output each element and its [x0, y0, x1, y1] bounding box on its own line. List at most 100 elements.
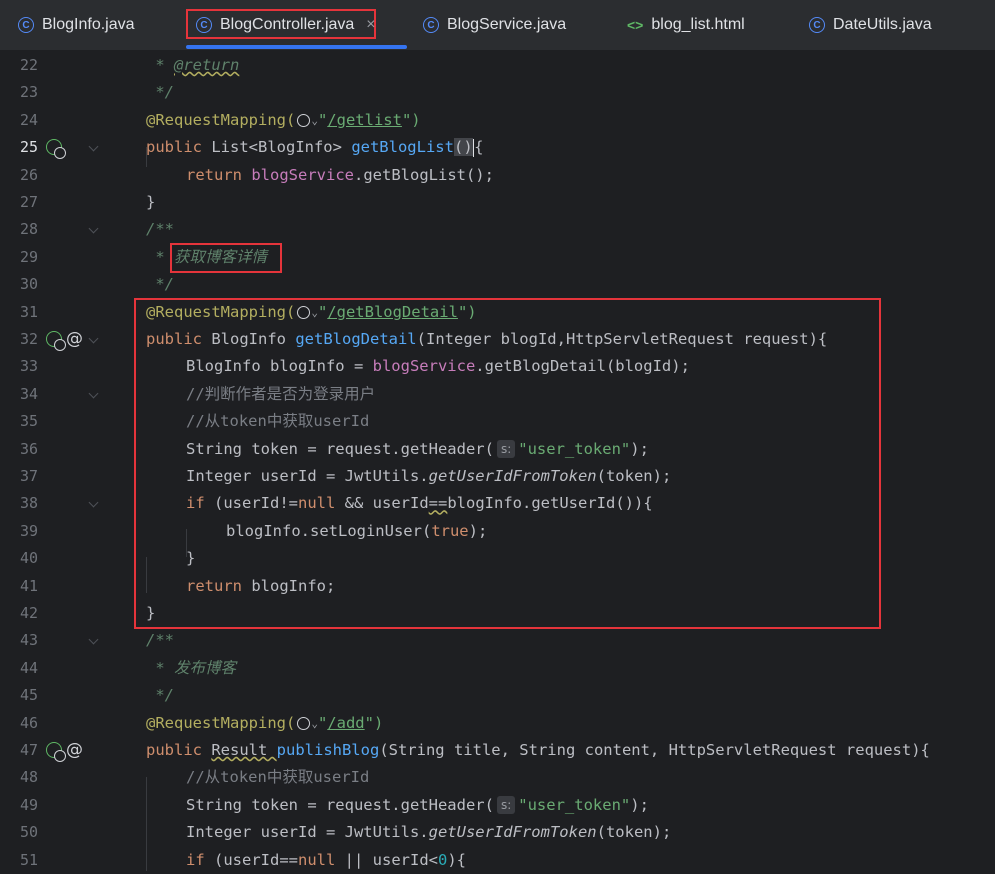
code-line[interactable]: @RequestMapping( ⌄"/add") [146, 710, 383, 737]
code-line[interactable]: return blogService.getBlogList(); [186, 162, 494, 189]
method-name: publishBlog [276, 741, 380, 759]
tab-blogservice-java[interactable]: C BlogService.java [423, 0, 566, 50]
tab-dateutils-java[interactable]: C DateUtils.java [809, 0, 932, 50]
gutter-line: 36 [0, 436, 104, 463]
fold-icon[interactable] [88, 497, 99, 508]
keyword: return [186, 165, 252, 184]
line-number: 47 [19, 741, 38, 759]
fold-icon[interactable] [88, 141, 99, 152]
url-path[interactable]: /getlist [327, 111, 402, 129]
gutter-line: 46 [0, 710, 104, 737]
tab-label: BlogController.java [220, 16, 355, 33]
string: ") [364, 713, 384, 732]
fold-icon[interactable] [88, 388, 99, 399]
line-number: 38 [19, 494, 38, 513]
gutter-line: 44 [0, 655, 104, 682]
line-number: 37 [19, 467, 38, 485]
line-number: 32 [19, 330, 38, 348]
endpoint-run-icon[interactable] [46, 742, 66, 762]
gutter-line: 49 [0, 792, 104, 819]
code-line[interactable]: /** [146, 216, 174, 243]
class-icon: C [18, 17, 34, 33]
tab-label: BlogService.java [447, 16, 567, 33]
tab-label: BlogInfo.java [42, 16, 135, 33]
line-number: 45 [19, 686, 38, 705]
code-line[interactable]: public Result publishBlog(String title, … [146, 737, 930, 764]
doc-comment-text: 发布博客 [174, 658, 237, 677]
endpoint-run-icon[interactable] [46, 139, 66, 160]
chevron-down-icon[interactable]: ⌄ [311, 114, 318, 127]
chevron-down-icon[interactable]: ⌄ [311, 717, 318, 730]
line-number: 24 [19, 110, 38, 129]
doc-comment: /** [146, 220, 174, 239]
gutter-line: 29 [0, 244, 104, 271]
editor-tab-bar: C BlogInfo.java C BlogController.java × … [0, 0, 995, 51]
code-line[interactable]: Integer userId = JwtUtils.getUserIdFromT… [186, 819, 671, 846]
keyword: public [146, 138, 212, 157]
class-icon: C [809, 17, 825, 33]
doc-comment: */ [146, 686, 174, 705]
code-line[interactable]: */ [146, 79, 174, 106]
code-line[interactable]: @RequestMapping(⌄"/getlist") [146, 107, 421, 134]
indent-guide [146, 777, 147, 871]
line-number: 31 [19, 302, 38, 321]
line-number: 41 [19, 576, 38, 595]
gutter-line: 24 [0, 107, 104, 134]
doc-comment: /** [146, 631, 174, 650]
code-line[interactable]: * @return [146, 52, 239, 79]
class-icon: C [196, 17, 212, 33]
code-line[interactable]: */ [146, 271, 174, 298]
html-icon: <> [627, 17, 644, 33]
annotation-at-icon[interactable]: @ [66, 331, 83, 348]
code-line[interactable]: String token = request.getHeader(s: "user… [186, 792, 649, 819]
line-number: 42 [19, 604, 38, 622]
gutter-line: 34 [0, 381, 104, 408]
gutter-line: 38 [0, 490, 104, 517]
gutter-line: 50 [0, 819, 104, 846]
class-icon: C [423, 17, 439, 33]
string: "user_token" [518, 795, 631, 814]
gutter-line: 41 [0, 573, 104, 600]
tab-blogcontroller-java[interactable]: C BlogController.java × [196, 0, 376, 50]
code-line[interactable]: public List<BlogInfo> getBlogList(){ [146, 134, 484, 161]
code: ){ [447, 850, 467, 869]
globe-icon[interactable] [297, 114, 311, 127]
fold-icon[interactable] [88, 223, 99, 234]
call: getBlogList(); [363, 165, 494, 184]
endpoint-run-icon[interactable] [46, 331, 66, 351]
url-path[interactable]: /add [327, 714, 364, 732]
code-editor[interactable]: 22 * @return 23 */ 24 @RequestMapping(⌄"… [0, 51, 995, 871]
close-icon[interactable]: × [366, 16, 375, 34]
gutter-line: 35 [0, 408, 104, 435]
line-number: 34 [19, 384, 38, 403]
gutter-line: 40 [0, 545, 104, 572]
line-number: 33 [19, 357, 38, 376]
gutter-line: 27 [0, 189, 104, 216]
annotation: @RequestMapping( [146, 111, 296, 129]
number: 0 [438, 850, 448, 869]
globe-icon[interactable] [297, 716, 311, 730]
line-number: 25 [19, 138, 38, 157]
code: Integer userId = JwtUtils. [186, 823, 429, 842]
line-number: 48 [19, 768, 38, 787]
gutter-line: 33 [0, 353, 104, 380]
line-number: 27 [19, 193, 38, 211]
annotation-at-icon[interactable]: @ [66, 742, 83, 759]
fold-icon[interactable] [88, 634, 99, 645]
string: " [317, 111, 328, 129]
code: || userId< [344, 850, 438, 869]
code-line[interactable]: if (userId==null || userId<0){ [186, 847, 466, 874]
code-line[interactable]: /** [146, 627, 174, 654]
line-comment: //从token中获取userId [186, 768, 370, 787]
tab-bloginfo-java[interactable]: C BlogInfo.java [18, 0, 135, 50]
code-line[interactable]: } [146, 189, 155, 216]
code-line[interactable]: */ [146, 682, 174, 709]
fold-icon[interactable] [88, 333, 99, 344]
line-number: 39 [19, 521, 38, 540]
line-number: 30 [19, 275, 38, 294]
code-line[interactable]: //从token中获取userId [186, 764, 369, 791]
code-line[interactable]: * 发布博客 [146, 655, 236, 682]
tab-blog-list-html[interactable]: <> blog_list.html [627, 0, 745, 50]
string: " [317, 713, 328, 732]
annotation: @RequestMapping( [146, 713, 296, 732]
